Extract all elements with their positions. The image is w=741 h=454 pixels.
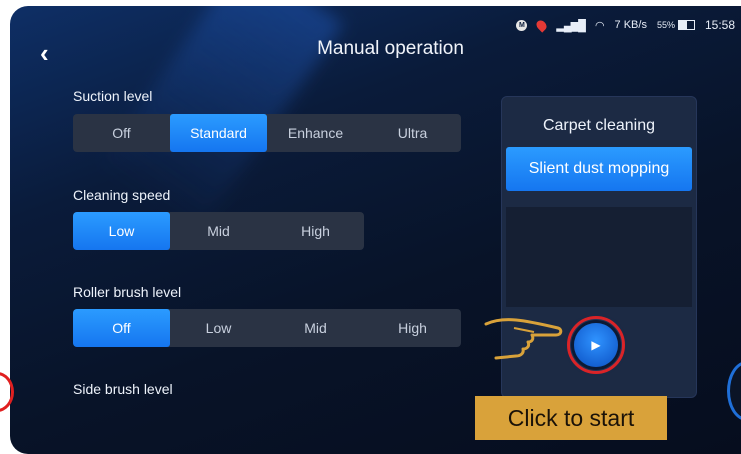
mode-list-empty-area bbox=[506, 207, 692, 307]
side-brush-level-label: Side brush level bbox=[73, 381, 173, 397]
roller-brush-level-selector: Off Low Mid High bbox=[73, 309, 461, 347]
cell-signal-icon: ▂▄▆█ bbox=[556, 19, 585, 32]
suction-level-label: Suction level bbox=[73, 88, 153, 104]
roller-option-low[interactable]: Low bbox=[170, 309, 267, 347]
start-button-highlight[interactable]: ▶ bbox=[567, 316, 625, 374]
speed-option-mid[interactable]: Mid bbox=[170, 212, 267, 250]
cleaning-speed-label: Cleaning speed bbox=[73, 187, 171, 203]
m-app-icon: M bbox=[516, 19, 528, 31]
mode-carpet-cleaning[interactable]: Carpet cleaning bbox=[502, 117, 696, 135]
mode-silent-dust-mopping[interactable]: Slient dust mopping bbox=[506, 147, 692, 191]
suction-option-standard[interactable]: Standard bbox=[170, 114, 267, 152]
click-to-start-callout: Click to start bbox=[475, 396, 667, 440]
suction-level-selector: Off Standard Enhance Ultra bbox=[73, 114, 461, 152]
page-title: Manual operation bbox=[317, 38, 464, 59]
battery-percent: 55% bbox=[656, 20, 675, 30]
speed-option-low[interactable]: Low bbox=[73, 212, 170, 250]
suction-option-ultra[interactable]: Ultra bbox=[364, 114, 461, 152]
speed-option-high[interactable]: High bbox=[267, 212, 364, 250]
app-screen: M ▂▄▆█ ◠ 7 KB/s 55% 15:58 ‹ Manual opera… bbox=[10, 6, 741, 454]
pointing-hand-icon bbox=[484, 318, 563, 360]
suction-option-enhance[interactable]: Enhance bbox=[267, 114, 364, 152]
roller-brush-level-label: Roller brush level bbox=[73, 284, 182, 300]
roller-option-off[interactable]: Off bbox=[73, 309, 170, 347]
status-bar: M ▂▄▆█ ◠ 7 KB/s 55% 15:58 bbox=[516, 17, 735, 33]
roller-option-high[interactable]: High bbox=[364, 309, 461, 347]
cleaning-speed-selector: Low Mid High bbox=[73, 212, 364, 250]
suction-option-off[interactable]: Off bbox=[73, 114, 170, 152]
location-icon bbox=[534, 17, 549, 33]
wifi-icon: ◠ bbox=[594, 19, 605, 32]
play-icon[interactable]: ▶ bbox=[574, 323, 618, 367]
battery-indicator: 55% bbox=[657, 20, 695, 30]
roller-option-mid[interactable]: Mid bbox=[267, 309, 364, 347]
clock: 15:58 bbox=[704, 18, 735, 32]
battery-icon bbox=[677, 20, 695, 30]
side-control-button[interactable] bbox=[727, 361, 741, 421]
network-speed: 7 KB/s bbox=[614, 19, 647, 31]
